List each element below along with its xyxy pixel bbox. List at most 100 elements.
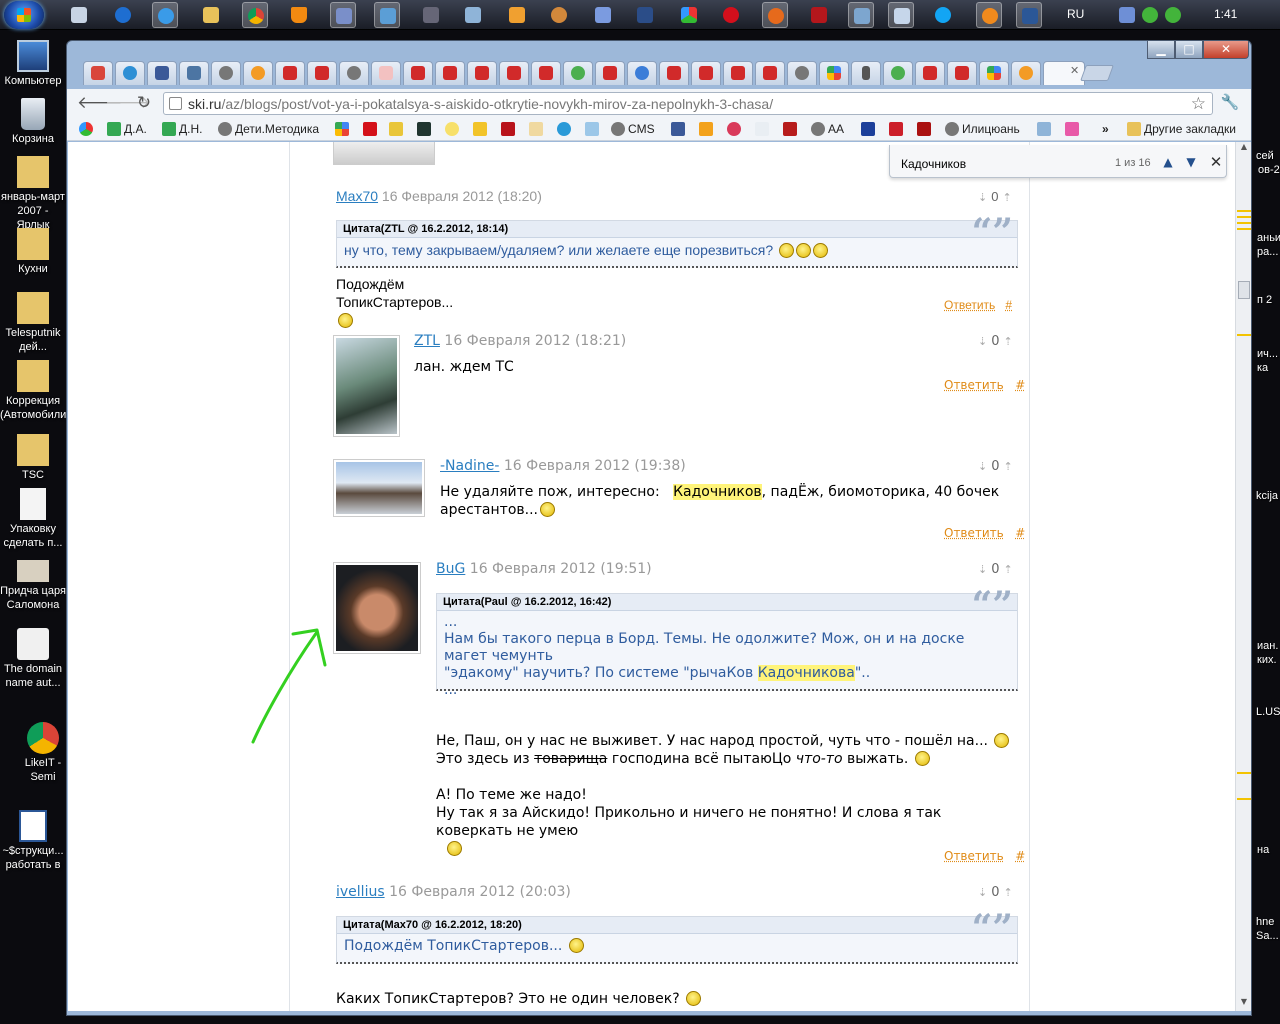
desktop-icon-tsc[interactable]: TSC (0, 434, 66, 482)
bookmark-h[interactable] (1037, 121, 1054, 137)
tab-vk[interactable] (179, 61, 209, 85)
taskbar-explorer-icon[interactable] (198, 2, 224, 28)
tab-globe[interactable] (339, 61, 369, 85)
bookmark-icon-item[interactable] (79, 121, 96, 137)
wrench-menu-icon[interactable]: 🔧 (1219, 93, 1241, 113)
tray-check2-icon[interactable] (1163, 2, 1183, 28)
avatar[interactable] (333, 562, 421, 654)
vote-down-icon[interactable]: ⇣ (978, 460, 987, 473)
taskbar-teamviewer-icon[interactable] (110, 2, 136, 28)
tab-gmail[interactable] (83, 61, 113, 85)
bookmark-deti-metodika[interactable]: Дети.Методика (218, 121, 319, 137)
bookmark-dark[interactable] (417, 121, 434, 137)
bookmark-at[interactable] (557, 121, 574, 137)
permalink[interactable]: # (1005, 298, 1012, 312)
find-previous-icon[interactable]: ▲ (1158, 153, 1178, 171)
bookmark-d[interactable] (363, 121, 380, 137)
back-icon[interactable]: 🡐 (77, 93, 123, 113)
bookmark-ebay[interactable] (755, 121, 772, 137)
tab-active[interactable]: ✕ (1043, 61, 1085, 85)
vote-up-icon[interactable]: ⇡ (1004, 563, 1013, 576)
close-tab-icon[interactable]: ✕ (1070, 64, 1079, 77)
vote-up-icon[interactable]: ⇡ (1004, 460, 1013, 473)
tab-youtube[interactable] (659, 61, 689, 85)
bookmark-autotop[interactable] (1065, 121, 1082, 137)
tab-youtube[interactable] (947, 61, 977, 85)
taskbar-word-icon[interactable] (1016, 2, 1042, 28)
vote-down-icon[interactable]: ⇣ (978, 335, 987, 348)
tray-app-icon[interactable] (1117, 2, 1137, 28)
tab-play[interactable] (883, 61, 913, 85)
desktop-icon-folder-shortcut[interactable]: январь-март 2007 - Ярлык (0, 156, 66, 232)
taskbar-app2-icon[interactable] (590, 2, 616, 28)
tab-youtube[interactable] (435, 61, 465, 85)
tab-play[interactable] (563, 61, 593, 85)
tab-youtube[interactable] (467, 61, 497, 85)
tab-site[interactable] (243, 61, 273, 85)
tab-globe[interactable] (211, 61, 241, 85)
tab-youtube[interactable] (723, 61, 753, 85)
tab-youtube[interactable] (531, 61, 561, 85)
taskbar-opera-icon[interactable] (718, 2, 744, 28)
language-indicator[interactable]: RU (1067, 7, 1084, 21)
tab-youtube[interactable] (403, 61, 433, 85)
tab-youtube[interactable] (915, 61, 945, 85)
taskbar-ie-icon[interactable] (152, 2, 178, 28)
tab-site[interactable] (1011, 61, 1041, 85)
taskbar-picasa-icon[interactable] (676, 2, 702, 28)
permalink[interactable]: # (1015, 526, 1025, 540)
desktop-icon-kitchens[interactable]: Кухни (0, 228, 66, 276)
tab-youtube[interactable] (755, 61, 785, 85)
bookmark-opera[interactable] (889, 121, 906, 137)
tab-globe[interactable] (787, 61, 817, 85)
comment-author-link[interactable]: -Nadine- (440, 458, 499, 474)
avatar[interactable] (333, 335, 400, 437)
desktop-icon-telesputnik[interactable]: Telesputnik дей... (0, 292, 66, 354)
taskbar-firefox-icon[interactable] (762, 2, 788, 28)
taskbar-game-icon[interactable] (546, 2, 572, 28)
start-button[interactable] (4, 1, 44, 29)
bookmark-weather[interactable] (585, 121, 602, 137)
address-bar[interactable]: ski.ru/az/blogs/post/vot-ya-i-pokatalsya… (163, 92, 1213, 115)
taskbar-tool-icon[interactable] (418, 2, 444, 28)
new-tab-button[interactable] (1080, 65, 1114, 81)
bookmark-film[interactable] (783, 121, 800, 137)
taskbar-floppy-icon[interactable] (632, 2, 658, 28)
taskbar-window-icon[interactable] (888, 2, 914, 28)
forward-icon[interactable]: 🡒 (105, 93, 151, 113)
vote-down-icon[interactable]: ⇣ (978, 192, 987, 204)
bookmark-gg[interactable] (917, 121, 934, 137)
bookmark-cms[interactable]: CMS (611, 121, 655, 137)
bookmark-aa[interactable]: AA (811, 121, 844, 137)
scrollbar-thumb[interactable] (1238, 281, 1250, 299)
vertical-scrollbar[interactable]: ▲ ▼ (1235, 142, 1251, 1011)
tab-google[interactable] (819, 61, 849, 85)
bookmark-facebook[interactable] (671, 121, 688, 137)
desktop-icon-domain-mail[interactable]: The domain name aut... (0, 628, 66, 690)
scroll-down-icon[interactable]: ▼ (1236, 997, 1252, 1011)
bookmark-tv[interactable] (529, 121, 546, 137)
desktop-icon-recycle-bin[interactable]: Корзина (0, 98, 66, 146)
vote-up-icon[interactable]: ⇡ (1004, 886, 1013, 899)
taskbar-app-icon[interactable] (330, 2, 356, 28)
comment-author-link[interactable]: Max70 (336, 188, 378, 204)
desktop-icon-packaging[interactable]: Упаковку сделать п... (0, 488, 66, 550)
bookmark-dn[interactable]: Д.Н. (162, 121, 202, 137)
vote-up-icon[interactable]: ⇡ (1004, 335, 1013, 348)
find-close-icon[interactable]: ✕ (1206, 153, 1226, 171)
bookmark-m[interactable] (501, 121, 518, 137)
vote-down-icon[interactable]: ⇣ (978, 886, 987, 899)
taskbar-skype-icon[interactable] (930, 2, 956, 28)
bookmark-ilitsyuan[interactable]: Илицюань (945, 121, 1020, 137)
comment-author-link[interactable]: BuG (436, 561, 465, 577)
comment-author-link[interactable]: ivellius (336, 884, 385, 900)
scroll-up-icon[interactable]: ▲ (1236, 142, 1252, 156)
tab-refresh[interactable] (627, 61, 657, 85)
tab-youtube[interactable] (691, 61, 721, 85)
tab-alert[interactable] (371, 61, 401, 85)
permalink[interactable]: # (1015, 378, 1025, 392)
taskbar-calculator-icon[interactable] (66, 2, 92, 28)
comment-author-link[interactable]: ZTL (414, 333, 440, 349)
bookmark-bulb[interactable] (445, 121, 462, 137)
bookmark-app[interactable] (389, 121, 406, 137)
